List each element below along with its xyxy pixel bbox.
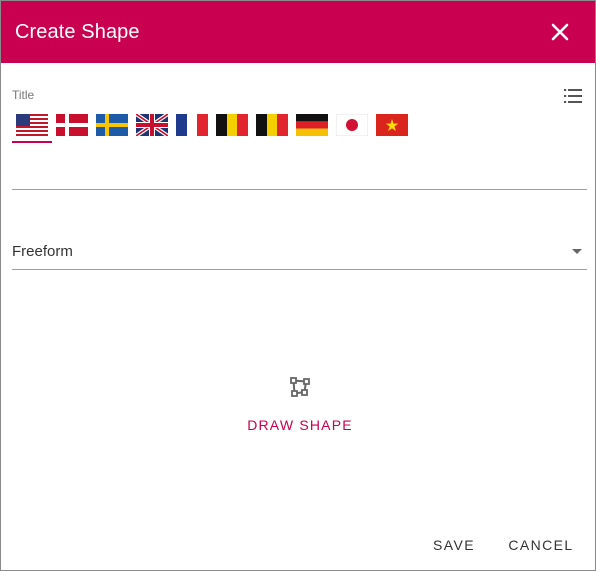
flag-tab-dk[interactable] — [52, 111, 92, 143]
flag-be-icon — [216, 114, 248, 136]
list-button[interactable] — [561, 84, 585, 108]
flag-tab-vn[interactable] — [372, 111, 412, 143]
shape-type-select[interactable]: Freeform — [12, 233, 587, 270]
draw-shape-icon — [290, 377, 310, 397]
flag-tab-fr[interactable] — [172, 111, 212, 143]
flag-be-icon — [256, 114, 288, 136]
cancel-button[interactable]: CANCEL — [503, 531, 579, 559]
close-button[interactable] — [543, 15, 577, 49]
close-icon — [551, 23, 569, 41]
flag-se-icon — [96, 114, 128, 136]
create-shape-dialog: Create Shape Title Freeform DRAW SHAPE S… — [0, 0, 596, 571]
list-icon — [564, 89, 582, 103]
selected-flag-indicator — [12, 141, 52, 143]
flag-fr-icon — [176, 114, 208, 136]
flag-de-icon — [296, 114, 328, 136]
flag-tab-be[interactable] — [212, 111, 252, 143]
shape-type-value: Freeform — [12, 243, 73, 260]
title-input[interactable] — [12, 153, 587, 190]
flag-tab-de[interactable] — [292, 111, 332, 143]
dialog-header: Create Shape — [1, 1, 595, 63]
flag-us-icon — [16, 114, 48, 136]
draw-shape-button[interactable]: DRAW SHAPE — [241, 411, 359, 439]
flag-jp-icon — [336, 114, 368, 136]
save-button[interactable]: SAVE — [425, 531, 483, 559]
flag-dk-icon — [56, 114, 88, 136]
flag-tab-be-2[interactable] — [252, 111, 292, 143]
flag-tab-us[interactable] — [12, 111, 52, 143]
dialog-title: Create Shape — [15, 21, 140, 43]
flag-tab-se[interactable] — [92, 111, 132, 143]
flag-vn-icon — [376, 114, 408, 136]
flag-gb-icon — [136, 114, 168, 136]
flag-tab-jp[interactable] — [332, 111, 372, 143]
flag-tab-gb[interactable] — [132, 111, 172, 143]
title-label: Title — [12, 88, 35, 102]
dropdown-arrow-icon — [572, 249, 582, 254]
